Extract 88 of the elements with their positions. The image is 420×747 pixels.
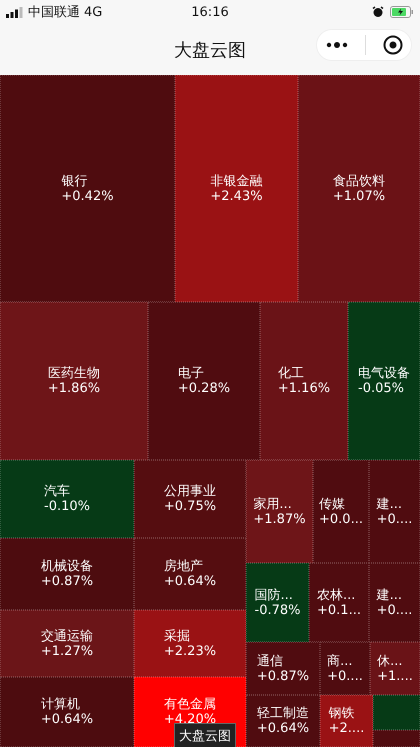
tooltip: 大盘云图 bbox=[174, 723, 236, 747]
sector-name: 农林... bbox=[317, 588, 356, 602]
treemap-cell[interactable]: 银行 +0.42% bbox=[0, 75, 175, 302]
treemap-cell[interactable]: 国防... -0.78% bbox=[246, 563, 309, 642]
sector-change: +0.75% bbox=[164, 499, 216, 514]
sector-name: 钢铁 bbox=[328, 706, 356, 721]
treemap-cell[interactable]: 商... +0.... bbox=[320, 642, 370, 695]
sector-change: +0.... bbox=[376, 602, 412, 618]
treemap-cell[interactable]: 传媒 +0.0... bbox=[313, 460, 369, 563]
treemap-cell[interactable]: 通信 +0.87% bbox=[246, 642, 320, 695]
sector-change: +0.1... bbox=[317, 602, 361, 618]
treemap-cell[interactable] bbox=[373, 730, 420, 747]
treemap-cell[interactable]: 采掘 +2.23% bbox=[134, 610, 246, 677]
sector-change: +0.64% bbox=[256, 721, 310, 736]
sector-name: 通信 bbox=[256, 654, 284, 668]
sector-name: 非银金融 bbox=[210, 174, 263, 188]
treemap-cell[interactable]: 交通运输 +1.27% bbox=[0, 610, 134, 677]
sector-name: 电气设备 bbox=[358, 366, 410, 381]
sector-change: +0.87% bbox=[256, 668, 310, 684]
sector-change: +0.... bbox=[376, 512, 412, 526]
treemap-cell[interactable]: 电子 +0.28% bbox=[148, 302, 260, 460]
treemap-cell[interactable]: 建... +0.... bbox=[369, 460, 420, 563]
sector-name: 传媒 bbox=[319, 496, 346, 512]
treemap-cell[interactable]: 农林... +0.1... bbox=[309, 563, 369, 642]
sector-name: 计算机 bbox=[40, 697, 81, 712]
sector-name: 有色金属 bbox=[164, 697, 216, 712]
sector-name: 银行 bbox=[61, 174, 88, 188]
treemap-cell[interactable]: 房地产 +0.64% bbox=[134, 538, 246, 610]
sector-change: -0.05% bbox=[358, 381, 405, 396]
sector-change: +1.... bbox=[377, 668, 413, 684]
signal-icon bbox=[6, 6, 24, 18]
sector-name: 采掘 bbox=[164, 628, 191, 644]
sector-name: 食品饮料 bbox=[332, 174, 386, 188]
sector-change: +1.86% bbox=[48, 381, 100, 396]
sector-change: +0.42% bbox=[61, 188, 114, 204]
sector-name: 交通运输 bbox=[40, 628, 94, 644]
sector-name: 家用... bbox=[253, 496, 293, 512]
treemap-cell[interactable]: 家用... +1.87% bbox=[246, 460, 313, 563]
treemap-cell[interactable]: 电气设备 -0.05% bbox=[348, 302, 420, 460]
treemap-cell[interactable]: 食品饮料 +1.07% bbox=[298, 75, 420, 302]
sector-change: +1.16% bbox=[278, 381, 330, 396]
sector-change: +0.87% bbox=[40, 574, 94, 589]
sector-change: +0.64% bbox=[164, 574, 216, 589]
treemap-cell[interactable]: 公用事业 +0.75% bbox=[134, 460, 246, 538]
sector-change: +0.... bbox=[327, 668, 363, 684]
page-title: 大盘云图 bbox=[174, 38, 246, 62]
sector-change: -0.78% bbox=[254, 602, 300, 618]
sector-change: +1.27% bbox=[40, 644, 94, 658]
treemap-cell[interactable]: 计算机 +0.64% bbox=[0, 677, 134, 747]
sector-change: +1.07% bbox=[332, 188, 386, 204]
treemap-cell[interactable]: 钢铁 +2.... bbox=[320, 695, 373, 747]
clock-time: 16:16 bbox=[191, 4, 229, 20]
treemap-cell[interactable] bbox=[373, 695, 420, 730]
sector-name: 机械设备 bbox=[40, 559, 94, 574]
sector-name: 医药生物 bbox=[48, 366, 100, 381]
treemap-cell[interactable]: 化工 +1.16% bbox=[260, 302, 348, 460]
treemap-cell[interactable]: 休... +1.... bbox=[370, 642, 420, 695]
treemap-cell[interactable]: 汽车 -0.10% bbox=[0, 460, 134, 538]
sector-name: 商... bbox=[327, 654, 354, 668]
sector-name: 建... bbox=[376, 588, 404, 602]
treemap-cell[interactable]: 非银金融 +2.43% bbox=[175, 75, 298, 302]
treemap-cell[interactable]: 轻工制造 +0.64% bbox=[246, 695, 320, 747]
sector-name: 房地产 bbox=[164, 559, 204, 574]
sector-change: +1.87% bbox=[253, 512, 306, 526]
sector-change: -0.10% bbox=[44, 499, 90, 514]
sector-name: 化工 bbox=[278, 366, 305, 381]
treemap-cell[interactable]: 医药生物 +1.86% bbox=[0, 302, 148, 460]
sector-name: 公用事业 bbox=[164, 484, 216, 499]
treemap-cell[interactable]: 机械设备 +0.87% bbox=[0, 538, 134, 610]
sector-name: 建... bbox=[376, 496, 404, 512]
sector-name: 国防... bbox=[254, 588, 294, 602]
close-target-icon[interactable] bbox=[382, 35, 402, 55]
sector-name: 电子 bbox=[178, 366, 205, 381]
sector-change: +2.43% bbox=[210, 188, 263, 204]
sector-change: +0.28% bbox=[178, 381, 230, 396]
more-icon[interactable] bbox=[326, 41, 348, 49]
sector-change: +0.0... bbox=[319, 512, 363, 526]
battery-icon bbox=[390, 6, 414, 18]
sector-name: 汽车 bbox=[44, 484, 71, 499]
carrier-name: 中国联通 bbox=[28, 4, 80, 21]
sector-change: +2.... bbox=[328, 721, 364, 736]
network-type: 4G bbox=[84, 4, 102, 20]
sector-name: 轻工制造 bbox=[256, 706, 310, 721]
treemap-cell[interactable]: 建... +0.... bbox=[369, 563, 420, 642]
alarm-icon bbox=[372, 6, 384, 18]
sector-change: +0.64% bbox=[40, 712, 94, 727]
sector-change: +2.23% bbox=[164, 644, 216, 658]
sector-name: 休... bbox=[377, 654, 404, 668]
